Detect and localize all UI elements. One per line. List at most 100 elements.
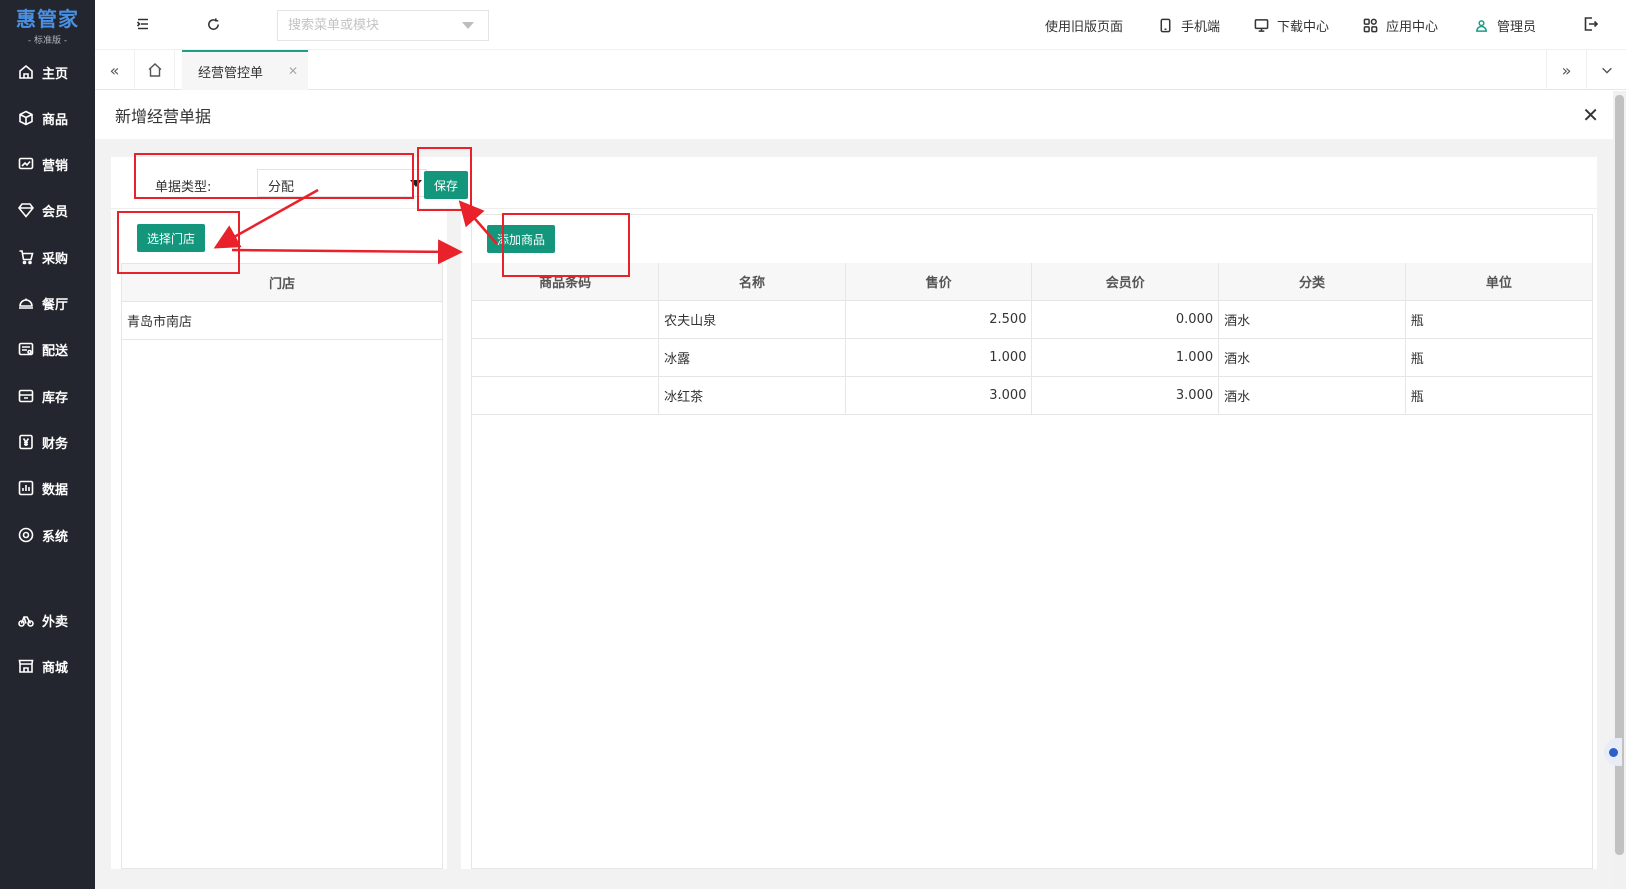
chevron-down-icon — [462, 22, 474, 29]
yen-icon — [19, 434, 33, 450]
unit-cell: 瓶 — [1405, 300, 1592, 339]
sidebar-item-label: 餐厅 — [42, 297, 69, 313]
category-cell: 酒水 — [1218, 338, 1406, 377]
page-title: 新增经营单据 — [115, 107, 212, 126]
tab-bar: « 经营管控单 ✕ » — [95, 50, 1626, 90]
sidebar-item-label: 主页 — [42, 66, 69, 82]
sidebar-item-label: 财务 — [42, 436, 69, 452]
app-center-link[interactable]: 应用中心 — [1363, 16, 1438, 35]
table-row[interactable]: 青岛市南店 — [122, 301, 442, 340]
sidebar-item-data[interactable]: 数据 — [0, 474, 95, 502]
sidebar-item-inventory[interactable]: 库存 — [0, 382, 95, 410]
chart-icon — [18, 157, 34, 170]
unit-cell: 瓶 — [1405, 376, 1592, 415]
box-icon — [19, 110, 33, 126]
sidebar-item-takeout[interactable]: 外卖 — [0, 606, 95, 634]
logo: 惠管家 - 标准版 - — [0, 0, 95, 48]
sidebar-item-label: 系统 — [42, 529, 69, 545]
menu-toggle-button[interactable] — [133, 14, 153, 34]
content-area: 新增经营单据 ✕ 单据类型: 分配 保存 选择门店 门店 青岛市南店 添加商品 … — [95, 91, 1613, 889]
apps-icon — [1363, 18, 1378, 33]
column-header: 单位 — [1405, 263, 1592, 301]
sidebar-item-label: 外卖 — [42, 614, 69, 630]
tab-scroll-left-button[interactable]: « — [95, 50, 135, 90]
tab-menu-button[interactable] — [1586, 50, 1626, 90]
unit-cell: 瓶 — [1405, 338, 1592, 377]
category-cell: 酒水 — [1218, 376, 1406, 415]
store-table: 门店 青岛市南店 — [122, 264, 442, 340]
user-menu[interactable]: 管理员 — [1474, 16, 1536, 35]
form-toolbar: 单据类型: 分配 保存 — [111, 157, 1597, 209]
close-icon[interactable]: ✕ — [288, 64, 298, 78]
add-product-button[interactable]: 添加商品 — [487, 225, 555, 253]
barcode-cell — [472, 300, 660, 339]
sidebar-item-system[interactable]: 系统 — [0, 521, 95, 549]
mobile-link[interactable]: 手机端 — [1158, 16, 1220, 35]
doc-type-value: 分配 — [268, 180, 295, 195]
name-cell: 冰露 — [658, 338, 846, 377]
logo-subtitle: - 标准版 - — [27, 35, 68, 46]
sidebar-item-mall[interactable]: 商城 — [0, 652, 95, 680]
search-input[interactable] — [277, 10, 489, 41]
sidebar-item-restaurant[interactable]: 餐厅 — [0, 289, 95, 317]
store-panel: 选择门店 门店 青岛市南店 — [111, 209, 447, 869]
home-icon — [19, 64, 33, 79]
bike-icon — [18, 616, 34, 627]
member-price-cell: 0.000 — [1031, 300, 1220, 339]
member-price-cell: 3.000 — [1031, 376, 1220, 415]
monitor-icon — [1254, 19, 1269, 32]
sidebar-item-label: 配送 — [42, 343, 69, 359]
table-row[interactable]: 冰露 1.000 1.000 酒水 瓶 — [472, 338, 1592, 377]
column-header: 分类 — [1218, 263, 1406, 301]
column-header: 商品条码 — [472, 263, 660, 301]
sidebar-item-label: 会员 — [42, 204, 69, 220]
refresh-button[interactable] — [203, 14, 223, 34]
doc-type-label: 单据类型: — [155, 180, 212, 195]
download-center-link[interactable]: 下载中心 — [1254, 16, 1329, 35]
refresh-icon — [207, 17, 219, 30]
home-tab-button[interactable] — [135, 50, 175, 90]
select-store-button[interactable]: 选择门店 — [137, 224, 205, 252]
sidebar-item-label: 商城 — [42, 660, 69, 676]
sidebar-item-delivery[interactable]: 配送 — [0, 335, 95, 363]
sidebar-item-marketing[interactable]: 营销 — [0, 150, 95, 178]
column-header: 会员价 — [1031, 263, 1220, 301]
tab-label: 经营管控单 — [198, 65, 264, 81]
name-cell: 冰红茶 — [658, 376, 846, 415]
old-page-link[interactable]: 使用旧版页面 — [1045, 16, 1123, 35]
store-table-frame: 门店 青岛市南店 — [121, 263, 443, 869]
sidebar-item-members[interactable]: 会员 — [0, 196, 95, 224]
close-icon[interactable]: ✕ — [1582, 103, 1599, 127]
tab-scroll-right-button[interactable]: » — [1546, 50, 1586, 90]
truck-icon — [18, 342, 34, 356]
app-center-label: 应用中心 — [1386, 20, 1439, 35]
save-button[interactable]: 保存 — [424, 171, 468, 199]
column-header: 名称 — [658, 263, 846, 301]
menu-icon — [136, 18, 148, 30]
sidebar-item-label: 采购 — [42, 251, 69, 267]
doc-type-select[interactable]: 分配 — [257, 169, 427, 197]
sidebar-item-purchase[interactable]: 采购 — [0, 243, 95, 271]
table-row[interactable]: 冰红茶 3.000 3.000 酒水 瓶 — [472, 376, 1592, 415]
product-table-frame: 添加商品 商品条码 名称 售价 会员价 分类 单位 农夫山泉 2.500 0.0… — [471, 214, 1593, 869]
logout-button[interactable] — [1581, 14, 1601, 34]
user-avatar-icon — [1476, 20, 1487, 32]
top-bar: 使用旧版页面 手机端 下载中心 应用中心 管理员 — [95, 0, 1626, 50]
table-row[interactable]: 农夫山泉 2.500 0.000 酒水 瓶 — [472, 300, 1592, 339]
price-cell: 1.000 — [845, 338, 1033, 377]
sidebar-item-home[interactable]: 主页 — [0, 58, 95, 86]
sidebar-item-products[interactable]: 商品 — [0, 104, 95, 132]
warehouse-icon — [18, 389, 34, 403]
cart-icon — [19, 250, 34, 265]
sidebar-item-label: 数据 — [42, 482, 69, 498]
dish-icon — [19, 298, 33, 309]
sidebar-item-label: 营销 — [42, 158, 69, 174]
sidebar: 惠管家 - 标准版 - 主页 商品 营销 会员 采购 餐厅 配送 库存 财务 数… — [0, 0, 95, 889]
sidebar-item-label: 商品 — [42, 112, 69, 128]
double-chevron-right-icon: » — [1561, 60, 1572, 80]
sidebar-item-finance[interactable]: 财务 — [0, 428, 95, 456]
panel-header: 新增经营单据 ✕ — [95, 91, 1613, 139]
diamond-icon — [18, 203, 34, 218]
store-name: 青岛市南店 — [122, 301, 442, 340]
tab-business-control[interactable]: 经营管控单 ✕ — [182, 50, 308, 90]
